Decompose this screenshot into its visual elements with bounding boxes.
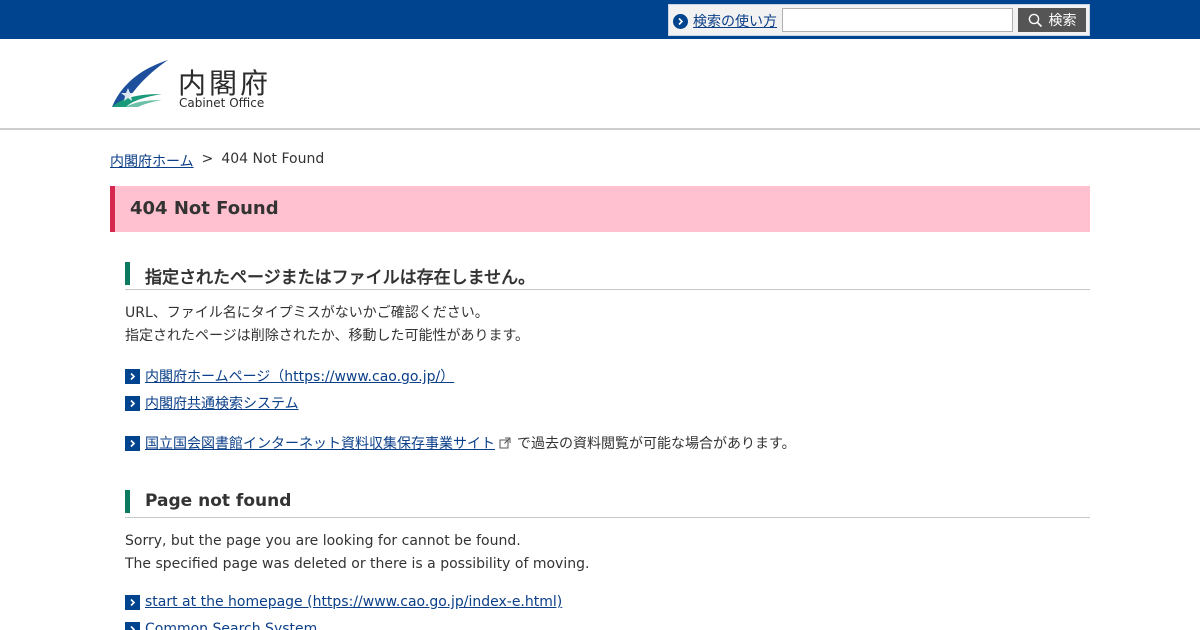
breadcrumb-home-link[interactable]: 内閣府ホーム: [110, 151, 194, 171]
search-icon: [1028, 13, 1042, 27]
heading-accent-bar: [125, 490, 130, 513]
section-heading-jp: 指定されたページまたはファイルは存在しません。: [125, 262, 1090, 290]
list-item: 国立国会図書館インターネット資料収集保存事業サイト で過去の資料閲覧が可能な場合…: [125, 433, 796, 453]
list-item: Common Search System: [125, 621, 317, 630]
chevron-right-icon: [125, 621, 140, 630]
search-help-link[interactable]: 検索の使い方: [673, 11, 777, 31]
chevron-right-circle-icon: [673, 13, 688, 29]
list-item: start at the homepage (https://www.cao.g…: [125, 594, 562, 610]
ndl-warp-note: で過去の資料閲覧が可能な場合があります。: [517, 436, 796, 452]
section-jp-line1: URL、ファイル名にタイプミスがないかご確認ください。: [125, 305, 489, 321]
external-link-icon: [499, 437, 511, 449]
section-heading-en: Page not found: [125, 490, 1090, 518]
search-button-label: 検索: [1048, 13, 1077, 29]
breadcrumb-separator: >: [201, 151, 214, 167]
list-item: 内閣府共通検索システム: [125, 393, 299, 413]
search-help-label: 検索の使い方: [693, 14, 777, 30]
search-button[interactable]: 検索: [1018, 8, 1086, 32]
page-title: 404 Not Found: [130, 198, 279, 219]
section-jp-message: URL、ファイル名にタイプミスがないかご確認ください。 指定されたページは削除さ…: [125, 302, 529, 348]
top-bar: 検索の使い方 検索: [0, 0, 1200, 39]
chevron-right-icon: [125, 368, 140, 384]
section-heading-en-text: Page not found: [145, 491, 292, 511]
chevron-right-icon: [125, 435, 140, 451]
logo-text-en: Cabinet Office: [179, 96, 265, 110]
section-en-line1: Sorry, but the page you are looking for …: [125, 533, 521, 549]
cao-homepage-link[interactable]: 内閣府ホームページ（https://www.cao.go.jp/）: [145, 366, 454, 386]
breadcrumb: 内閣府ホーム > 404 Not Found: [110, 151, 324, 171]
chevron-right-icon: [125, 594, 140, 610]
section-en-line2: The specified page was deleted or there …: [125, 556, 590, 572]
common-search-link-en[interactable]: Common Search System: [145, 621, 317, 630]
list-item: 内閣府ホームページ（https://www.cao.go.jp/）: [125, 366, 454, 386]
site-header: 内閣府 Cabinet Office: [0, 39, 1200, 130]
search-input[interactable]: [782, 8, 1013, 32]
heading-accent-bar: [125, 262, 130, 285]
chevron-right-icon: [125, 395, 140, 411]
logo-mark-icon: [112, 60, 168, 107]
english-homepage-link[interactable]: start at the homepage (https://www.cao.g…: [145, 594, 562, 610]
breadcrumb-current: 404 Not Found: [221, 151, 325, 167]
search-box: 検索の使い方 検索: [668, 4, 1090, 36]
page-title-banner: 404 Not Found: [110, 186, 1090, 232]
section-jp-line2: 指定されたページは削除されたか、移動した可能性があります。: [125, 328, 530, 344]
cabinet-office-logo[interactable]: 内閣府 Cabinet Office: [110, 60, 280, 112]
common-search-link-jp[interactable]: 内閣府共通検索システム: [145, 393, 299, 413]
section-heading-jp-text: 指定されたページまたはファイルは存在しません。: [145, 268, 536, 288]
ndl-warp-link[interactable]: 国立国会図書館インターネット資料収集保存事業サイト: [145, 433, 495, 453]
section-en-message: Sorry, but the page you are looking for …: [125, 530, 589, 576]
